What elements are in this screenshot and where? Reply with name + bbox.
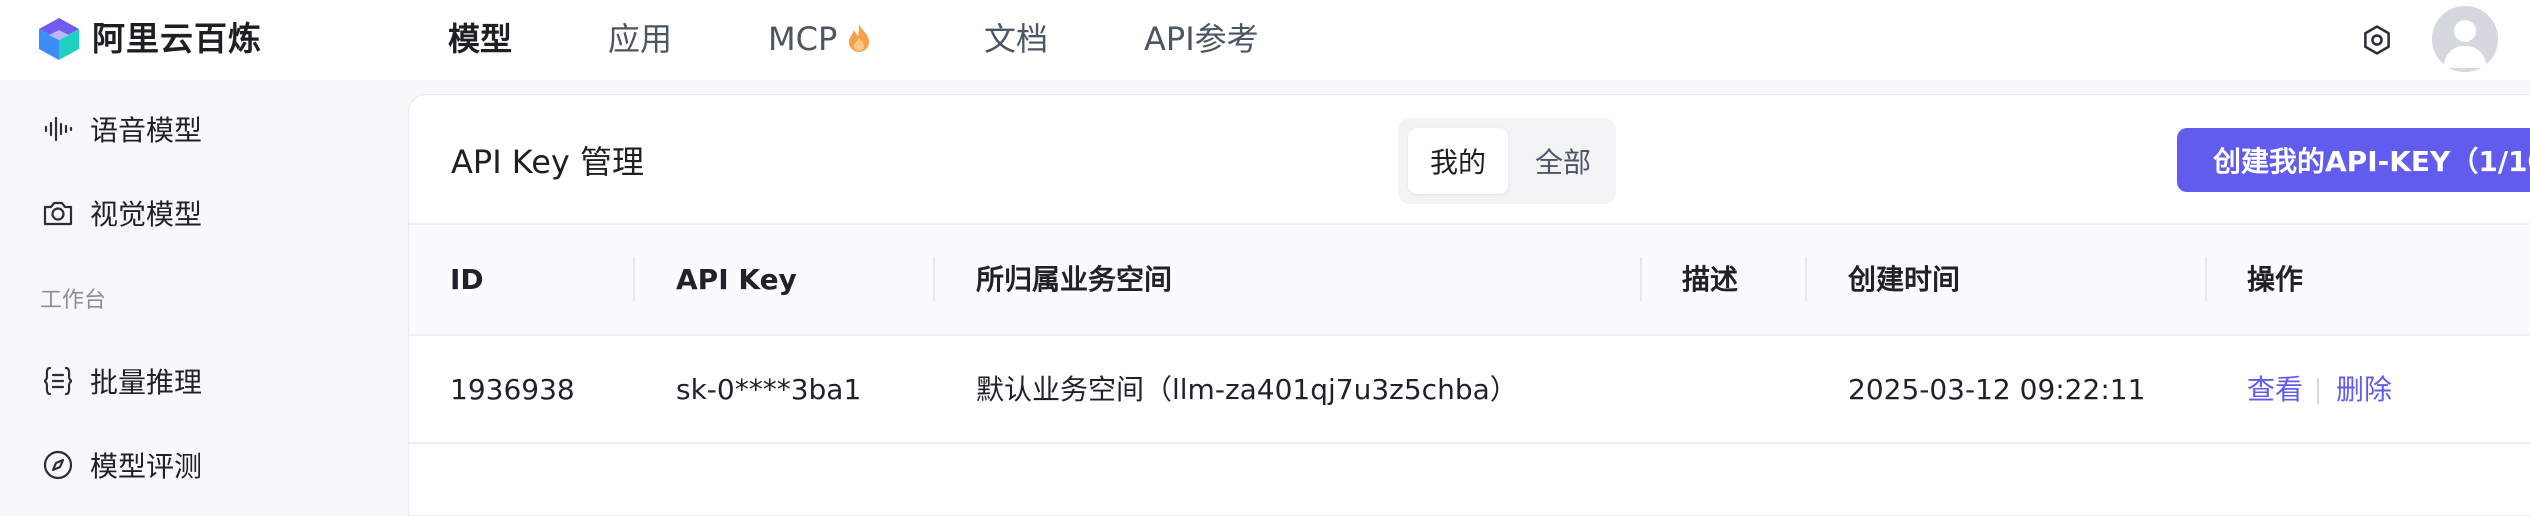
brand-name[interactable]: 阿里云百炼 [92,18,262,60]
nav-api-reference[interactable]: API参考 [1144,18,1259,60]
sidebar-item-speech-models[interactable]: 语音模型 [40,104,202,154]
sidebar-item-model-evaluation[interactable]: 模型评测 [40,440,202,490]
column-header-id: ID [450,263,484,296]
cell-workspace: 默认业务空间（llm-za401qj7u3z5chba） [976,373,1518,406]
ownership-tab-switch: 我的 全部 [1398,118,1616,204]
column-separator[interactable] [933,257,935,301]
waveform-icon [40,111,76,147]
compass-icon [40,447,76,483]
column-header-description: 描述 [1682,263,1739,296]
table-header-divider [409,334,2530,336]
column-header-actions: 操作 [2247,263,2304,296]
nav-models[interactable]: 模型 [448,18,512,60]
camera-icon [40,195,76,231]
column-header-created-time: 创建时间 [1848,263,1961,296]
sidebar-item-batch-inference[interactable]: 批量推理 [40,356,202,406]
list-braces-icon [40,363,76,399]
column-separator[interactable] [2205,257,2207,301]
sidebar-item-label: 模型评测 [90,450,203,483]
sidebar-item-label: 语音模型 [90,114,203,147]
tab-mine[interactable]: 我的 [1408,128,1508,194]
cell-created-time: 2025-03-12 09:22:11 [1848,373,2146,406]
sidebar-item-label: 视觉模型 [90,198,203,231]
tab-all[interactable]: 全部 [1518,128,1608,194]
column-separator[interactable] [1805,257,1807,301]
sidebar-item-label: 批量推理 [90,366,203,399]
column-separator[interactable] [633,257,635,301]
table-row-divider [409,442,2530,444]
delete-link[interactable]: 删除 [2336,370,2392,410]
flame-icon [847,21,871,63]
nav-apps[interactable]: 应用 [608,18,672,60]
create-api-key-button[interactable]: 创建我的API-KEY（1/10） [2177,128,2530,192]
nav-mcp[interactable]: MCP [768,18,871,63]
settings-gear-icon[interactable] [2357,20,2397,60]
cell-id: 1936938 [450,373,575,406]
sidebar-item-vision-models[interactable]: 视觉模型 [40,188,202,238]
nav-mcp-label: MCP [768,20,838,58]
sidebar-section-workbench: 工作台 [40,288,107,313]
column-header-api-key: API Key [676,263,797,296]
page-title: API Key 管理 [451,143,644,181]
top-navigation-bar: 阿里云百炼 模型 应用 MCP 文档 API参考 [0,0,2530,80]
column-separator[interactable] [1640,257,1642,301]
cell-api-key: sk-0****3ba1 [676,373,862,406]
nav-docs[interactable]: 文档 [984,18,1048,60]
bailian-logo-icon[interactable] [36,16,82,62]
action-separator [2317,378,2319,404]
column-header-workspace: 所归属业务空间 [976,263,1173,296]
user-avatar[interactable] [2432,6,2498,72]
view-link[interactable]: 查看 [2247,370,2303,410]
